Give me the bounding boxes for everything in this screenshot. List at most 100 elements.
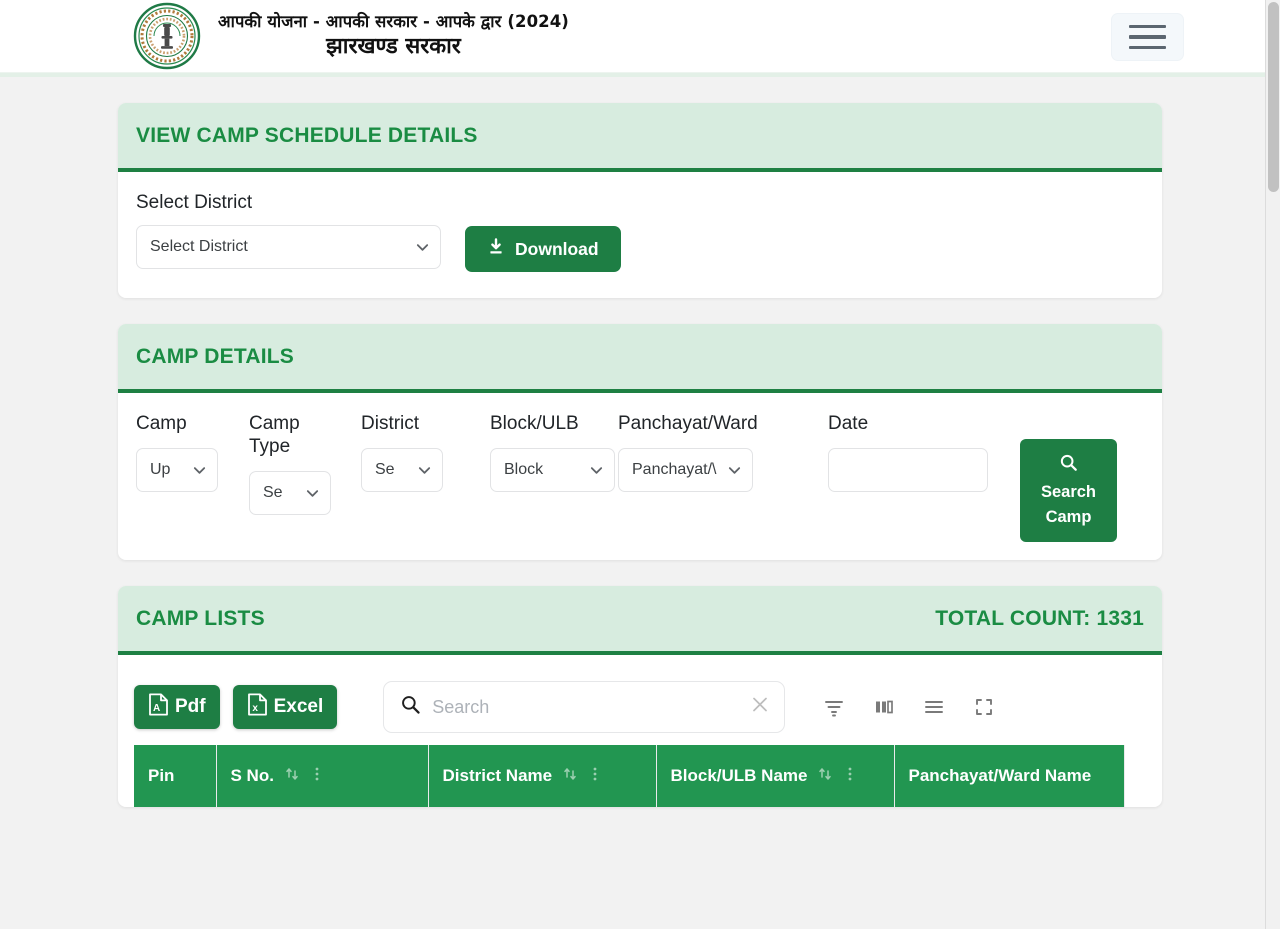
column-menu-icon[interactable] <box>588 766 602 787</box>
column-label: Block/ULB Name <box>671 766 808 786</box>
panchayat-ward-value: Panchayat/\ <box>632 461 717 479</box>
export-excel-label: Excel <box>274 696 324 718</box>
camp-value: Up <box>150 461 170 479</box>
camp-details-title: CAMP DETAILS <box>136 345 294 369</box>
page-scrollbar[interactable] <box>1265 0 1280 929</box>
table-search-box[interactable] <box>383 681 785 733</box>
jharkhand-state-emblem-icon <box>130 1 204 71</box>
excel-file-icon: x <box>247 693 268 722</box>
filter-icon[interactable] <box>822 695 846 719</box>
column-label: Pin <box>148 766 174 786</box>
table-header-row: Pin S No. <box>134 745 1124 807</box>
chevron-down-icon <box>192 462 207 477</box>
date-input[interactable] <box>828 448 988 492</box>
panchayat-ward-dropdown[interactable]: Panchayat/\ <box>618 448 753 492</box>
pdf-file-icon: A <box>148 693 169 722</box>
search-icon <box>1059 453 1078 479</box>
download-button[interactable]: Download <box>465 226 621 272</box>
camp-type-label: Camp Type <box>249 413 319 459</box>
download-button-label: Download <box>515 239 599 260</box>
columns-icon[interactable] <box>872 695 896 719</box>
fullscreen-icon[interactable] <box>972 695 996 719</box>
close-icon[interactable] <box>750 695 770 720</box>
filter-block-ulb: Block/ULB Block <box>490 413 618 492</box>
chevron-down-icon <box>589 462 604 477</box>
svg-text:x: x <box>252 703 258 714</box>
site-header: आपकी योजना - आपकी सरकार - आपके द्वार (20… <box>0 0 1280 72</box>
header-divider <box>0 72 1280 77</box>
download-icon <box>487 238 505 261</box>
column-label: Panchayat/Ward Name <box>909 766 1092 786</box>
column-label: District Name <box>443 766 553 786</box>
column-header-panchayat-ward-name[interactable]: Panchayat/Ward Name <box>894 745 1124 807</box>
header-title-hindi-line2: झारखण्ड सरकार <box>326 34 461 59</box>
brand: आपकी योजना - आपकी सरकार - आपके द्वार (20… <box>0 1 569 71</box>
hamburger-bar <box>1129 25 1166 29</box>
card-header: VIEW CAMP SCHEDULE DETAILS <box>118 103 1162 172</box>
page-title: VIEW CAMP SCHEDULE DETAILS <box>136 124 478 148</box>
hamburger-bar <box>1129 46 1166 50</box>
district-label: District <box>361 413 490 436</box>
sort-icon[interactable] <box>562 766 578 787</box>
block-ulb-label: Block/ULB <box>490 413 618 436</box>
column-header-block-ulb-name[interactable]: Block/ULB Name <box>656 745 894 807</box>
block-ulb-value: Block <box>504 461 543 479</box>
filter-district: District Se <box>361 413 490 492</box>
column-header-s-no[interactable]: S No. <box>216 745 428 807</box>
district-dropdown[interactable]: Se <box>361 448 443 492</box>
filter-camp-type: Camp Type Se <box>249 413 361 515</box>
search-camp-label-line2: Camp <box>1046 507 1092 529</box>
search-camp-label-line1: Search <box>1041 482 1096 504</box>
hamburger-menu-icon[interactable] <box>1111 13 1184 61</box>
filter-camp: Camp Up <box>136 413 249 492</box>
export-excel-button[interactable]: x Excel <box>233 685 338 729</box>
camp-dropdown[interactable]: Up <box>136 448 218 492</box>
page-content: VIEW CAMP SCHEDULE DETAILS Select Distri… <box>0 103 1280 807</box>
filter-date: Date <box>828 413 1020 492</box>
card-header: CAMP LISTS TOTAL COUNT: 1331 <box>118 586 1162 655</box>
camp-details-card: CAMP DETAILS Camp Up Camp Type <box>118 324 1162 560</box>
card-header: CAMP DETAILS <box>118 324 1162 393</box>
chevron-down-icon <box>727 462 742 477</box>
column-header-pin[interactable]: Pin <box>134 745 216 807</box>
district-value: Se <box>375 461 395 479</box>
hamburger-bar <box>1129 35 1166 39</box>
column-label: S No. <box>231 766 274 786</box>
column-header-district-name[interactable]: District Name <box>428 745 656 807</box>
column-menu-icon[interactable] <box>310 766 324 787</box>
header-title-hindi-line1: आपकी योजना - आपकी सरकार - आपके द्वार (20… <box>218 13 569 32</box>
camp-label: Camp <box>136 413 249 436</box>
table-action-icons <box>822 695 996 719</box>
search-camp-button[interactable]: Search Camp <box>1020 439 1117 542</box>
density-icon[interactable] <box>922 695 946 719</box>
column-menu-icon[interactable] <box>843 766 857 787</box>
chevron-down-icon <box>415 240 430 255</box>
camp-type-value: Se <box>263 484 283 502</box>
table-toolbar: A Pdf x <box>134 671 1146 745</box>
filter-panchayat-ward: Panchayat/Ward Panchayat/\ <box>618 413 828 492</box>
export-pdf-button[interactable]: A Pdf <box>134 685 220 729</box>
camp-lists-title: CAMP LISTS <box>136 607 265 631</box>
block-ulb-dropdown[interactable]: Block <box>490 448 615 492</box>
total-count-badge: TOTAL COUNT: 1331 <box>935 607 1144 631</box>
card-body: Select District Select District <box>118 172 1162 298</box>
panchayat-ward-label: Panchayat/Ward <box>618 413 828 436</box>
table-container: A Pdf x <box>118 655 1162 807</box>
date-label: Date <box>828 413 1020 436</box>
select-district-dropdown[interactable]: Select District <box>136 225 441 269</box>
select-district-label: Select District <box>136 192 1144 214</box>
scrollbar-thumb[interactable] <box>1268 2 1279 192</box>
sort-icon[interactable] <box>817 766 833 787</box>
search-icon <box>400 694 421 720</box>
export-pdf-label: Pdf <box>175 696 206 718</box>
camp-lists-table: Pin S No. <box>134 745 1125 807</box>
svg-text:A: A <box>153 703 160 714</box>
table-search-input[interactable] <box>430 696 740 719</box>
camp-lists-card: CAMP LISTS TOTAL COUNT: 1331 A <box>118 586 1162 807</box>
select-district-value: Select District <box>150 238 248 256</box>
camp-type-dropdown[interactable]: Se <box>249 471 331 515</box>
chevron-down-icon <box>305 485 320 500</box>
chevron-down-icon <box>417 462 432 477</box>
card-body: Camp Up Camp Type Se <box>118 393 1162 560</box>
sort-icon[interactable] <box>284 766 300 787</box>
